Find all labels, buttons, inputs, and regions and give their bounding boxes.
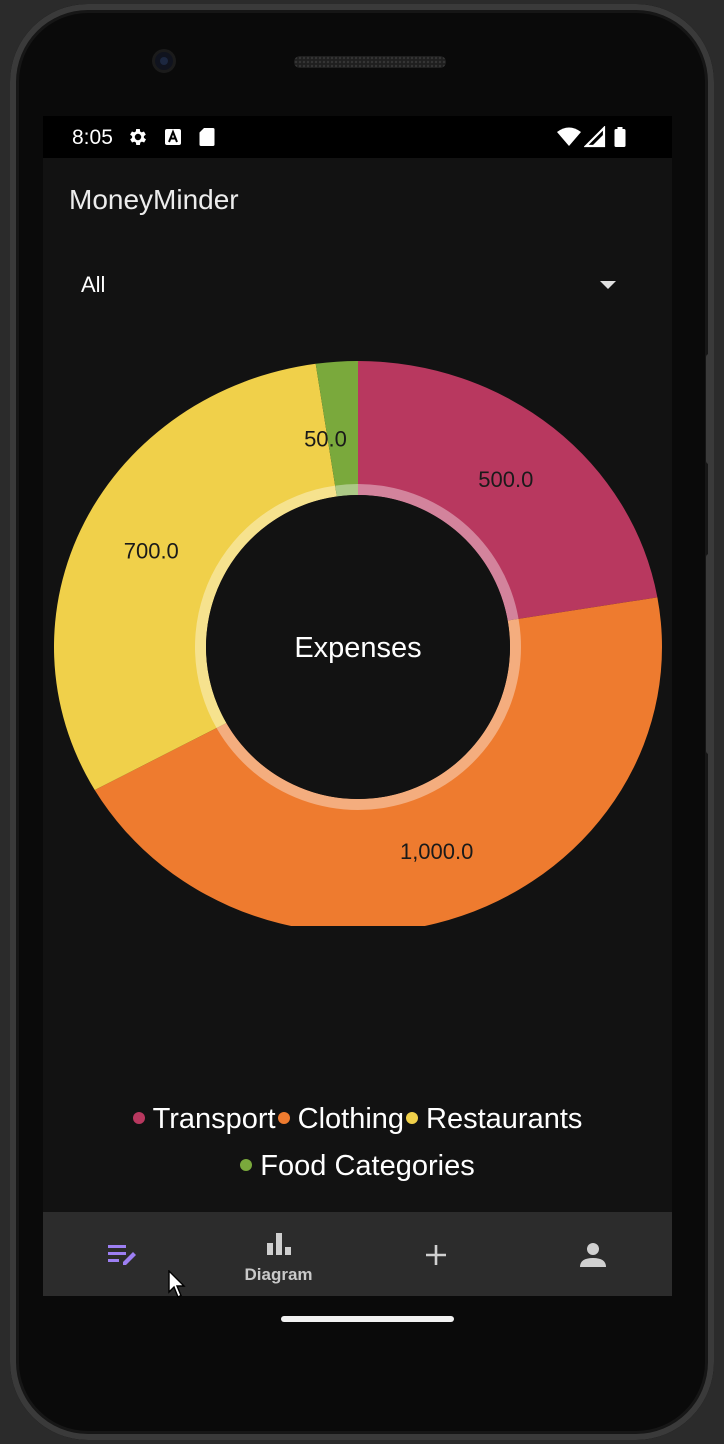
legend-item-restaurants: Restaurants bbox=[406, 1096, 582, 1143]
legend-item-clothing: Clothing bbox=[277, 1096, 405, 1143]
legend-color-dot bbox=[406, 1112, 419, 1124]
status-bar: 8:05 bbox=[43, 116, 672, 158]
legend-item-transport: Transport bbox=[132, 1096, 276, 1143]
nav-item-add[interactable] bbox=[357, 1212, 514, 1296]
wifi-icon bbox=[557, 127, 581, 146]
chart-legend: Transport Clothing Restaurants Food Categor… bbox=[43, 1096, 672, 1190]
slice-value-label: 500.0 bbox=[478, 467, 533, 492]
expenses-donut-chart[interactable]: 500.0 1,000.0 700.0 50.0 Expenses bbox=[43, 346, 672, 926]
chart-center-label: Expenses bbox=[294, 632, 421, 664]
slice-value-label: 1,000.0 bbox=[400, 839, 473, 864]
slice-inner-ring bbox=[335, 484, 358, 497]
front-camera bbox=[155, 52, 173, 70]
a-icon bbox=[165, 129, 181, 145]
nav-item-profile[interactable] bbox=[514, 1212, 671, 1296]
slice-value-label: 50.0 bbox=[304, 427, 347, 452]
volume-button bbox=[706, 554, 712, 754]
legend-color-dot bbox=[277, 1112, 290, 1124]
mouse-cursor-icon bbox=[168, 1270, 186, 1298]
legend-label: Clothing bbox=[297, 1103, 405, 1135]
dropdown-arrow-icon[interactable] bbox=[599, 280, 617, 290]
notes-edit-icon bbox=[107, 1245, 136, 1265]
bottom-navigation: Diagram bbox=[43, 1212, 672, 1296]
sd-card-icon bbox=[199, 128, 215, 146]
app-title: MoneyMinder bbox=[69, 184, 239, 215]
slice-value-label: 700.0 bbox=[124, 538, 179, 563]
legend-item-food-categories: Food Categories bbox=[240, 1143, 475, 1190]
legend-color-dot bbox=[132, 1112, 145, 1124]
legend-label: Restaurants bbox=[426, 1103, 583, 1135]
power-button bbox=[706, 354, 712, 464]
plus-icon bbox=[425, 1245, 446, 1265]
legend-label: Transport bbox=[152, 1103, 276, 1135]
app-screen: 8:05 MoneyMinder All 500.0 1,000.0 700.0… bbox=[43, 116, 672, 1296]
dropdown-selected-value: All bbox=[81, 272, 106, 297]
earpiece-speaker bbox=[294, 56, 446, 68]
nav-item-diagram[interactable]: Diagram bbox=[200, 1212, 357, 1296]
nav-label-diagram: Diagram bbox=[244, 1265, 313, 1284]
gear-icon bbox=[130, 129, 146, 145]
legend-label: Food Categories bbox=[260, 1150, 475, 1182]
status-time: 8:05 bbox=[72, 126, 113, 149]
home-indicator[interactable] bbox=[281, 1316, 454, 1322]
bar-chart-icon bbox=[266, 1233, 291, 1255]
person-icon bbox=[579, 1243, 606, 1267]
signal-icon bbox=[584, 126, 606, 148]
category-filter-dropdown[interactable]: All bbox=[43, 256, 672, 312]
battery-icon bbox=[614, 127, 626, 147]
legend-color-dot bbox=[240, 1159, 253, 1171]
